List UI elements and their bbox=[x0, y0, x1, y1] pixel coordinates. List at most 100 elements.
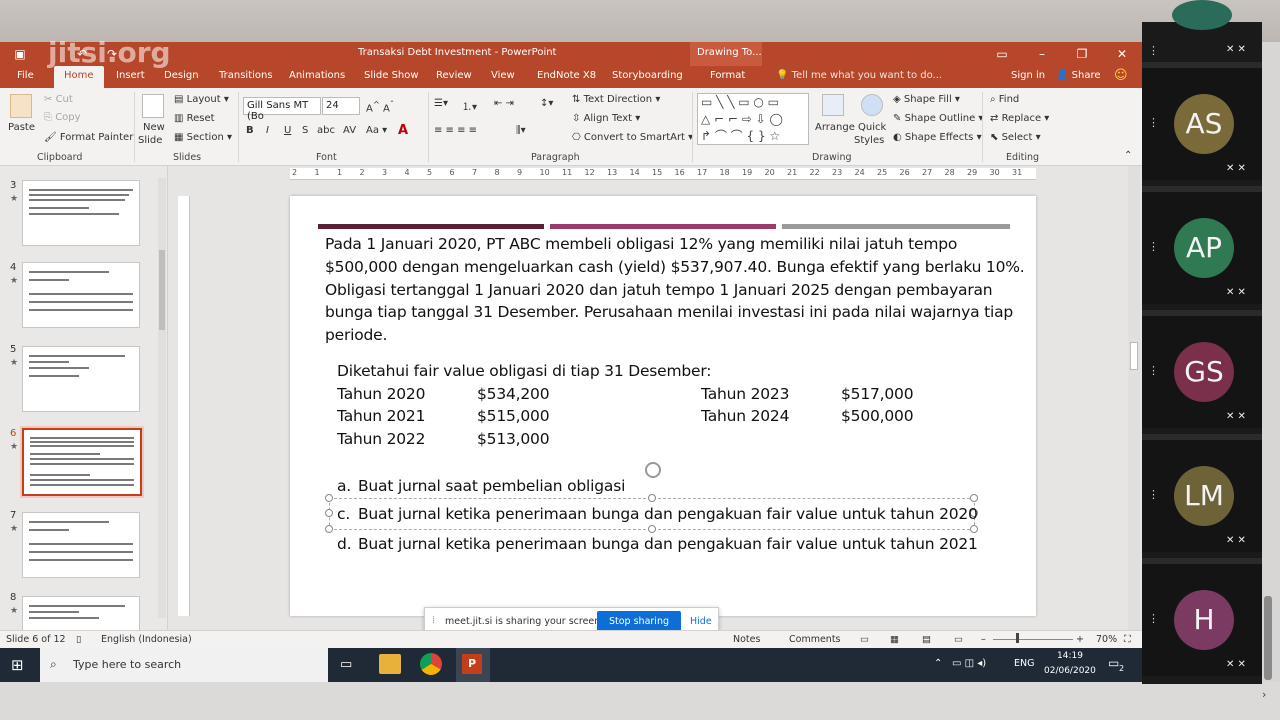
tab-view[interactable]: View bbox=[491, 70, 515, 81]
sign-in-link[interactable]: Sign in bbox=[1011, 70, 1045, 81]
resize-handle[interactable] bbox=[648, 494, 656, 502]
smartart-button[interactable]: ⎔ Convert to SmartArt ▾ bbox=[572, 132, 693, 143]
more-options-icon[interactable]: ⋮ bbox=[1148, 488, 1159, 501]
zoom-slider[interactable] bbox=[993, 639, 1073, 640]
clock-time[interactable]: 14:19 bbox=[1057, 651, 1083, 661]
fair-value-year[interactable]: Tahun 2021 bbox=[337, 407, 425, 425]
tab-design[interactable]: Design bbox=[164, 70, 199, 81]
collapse-ribbon-icon[interactable]: ⌃ bbox=[1124, 150, 1132, 161]
participant-tile[interactable]: H ⋮ ✕ ✕ bbox=[1142, 558, 1262, 676]
slideshow-view-icon[interactable]: ▭ bbox=[954, 634, 963, 645]
fair-value-amount[interactable]: $500,000 bbox=[841, 407, 914, 425]
filmstrip-scrollbar[interactable] bbox=[1264, 596, 1272, 680]
arrange-button[interactable]: Arrange bbox=[815, 122, 855, 133]
taskbar-search[interactable]: ⌕ Type here to search bbox=[40, 648, 328, 682]
participant-tile[interactable]: AP ⋮ ✕ ✕ bbox=[1142, 186, 1262, 304]
replace-button[interactable]: ⇄ Replace ▾ bbox=[990, 113, 1049, 124]
file-explorer-icon[interactable] bbox=[379, 654, 401, 674]
thumbnails-scrollbar[interactable] bbox=[158, 178, 166, 618]
font-color-button[interactable]: A bbox=[398, 123, 408, 138]
close-icon[interactable]: ✕ bbox=[1110, 45, 1134, 63]
italic-button[interactable]: I bbox=[266, 125, 269, 136]
align-icons[interactable]: ≡ ≡ ≡ ≡ bbox=[434, 125, 477, 136]
slide-thumbnail[interactable] bbox=[22, 512, 140, 578]
layout-button[interactable]: ▤ Layout ▾ bbox=[174, 94, 229, 105]
chevron-right-icon[interactable]: › bbox=[1262, 688, 1266, 701]
bullets-icon[interactable]: ☰▾ bbox=[434, 98, 448, 109]
fair-value-year[interactable]: Tahun 2023 bbox=[701, 385, 789, 403]
reset-button[interactable]: ▥ Reset bbox=[174, 113, 215, 124]
resize-handle[interactable] bbox=[970, 494, 978, 502]
font-grow-icon[interactable]: A^ Aˇ bbox=[366, 99, 394, 114]
more-options-icon[interactable]: ⋮ bbox=[1148, 44, 1159, 57]
tab-file[interactable]: File bbox=[17, 70, 34, 81]
minimize-icon[interactable]: – bbox=[1030, 45, 1054, 63]
tab-animations[interactable]: Animations bbox=[289, 70, 345, 81]
font-size-select[interactable]: 24 bbox=[322, 97, 360, 115]
format-painter-button[interactable]: 🖌 Format Painter bbox=[44, 132, 133, 143]
comments-button[interactable]: Comments bbox=[789, 634, 841, 645]
find-button[interactable]: ⌕ Find bbox=[990, 94, 1019, 105]
paste-icon[interactable] bbox=[10, 94, 32, 118]
reading-view-icon[interactable]: ▤ bbox=[922, 634, 931, 645]
notification-icon[interactable]: ▭ bbox=[1108, 656, 1119, 670]
task-letter[interactable]: c. bbox=[337, 505, 350, 523]
task-text[interactable]: Buat jurnal ketika penerimaan bunga dan … bbox=[358, 535, 978, 553]
shadow-button[interactable]: S bbox=[302, 125, 308, 136]
resize-handle[interactable] bbox=[648, 525, 656, 533]
paragraph-line[interactable]: periode. bbox=[325, 326, 387, 344]
tab-home[interactable]: Home bbox=[54, 66, 104, 88]
line-spacing-icon[interactable]: ↕▾ bbox=[540, 98, 553, 109]
zoom-in-icon[interactable]: + bbox=[1076, 634, 1084, 645]
drag-handle-icon[interactable]: ⁞ bbox=[432, 615, 435, 626]
paste-button[interactable]: Paste bbox=[8, 122, 35, 133]
paragraph-line[interactable]: Obligasi tertanggal 1 Januari 2020 dan j… bbox=[325, 281, 993, 299]
save-icon[interactable]: ▣ bbox=[8, 45, 32, 63]
participant-tile[interactable]: LM ⋮ ✕ ✕ bbox=[1142, 434, 1262, 552]
language-indicator[interactable]: English (Indonesia) bbox=[101, 634, 192, 645]
fair-value-amount[interactable]: $517,000 bbox=[841, 385, 914, 403]
new-slide-button[interactable]: New bbox=[143, 122, 165, 133]
resize-handle[interactable] bbox=[325, 494, 333, 502]
shape-effects-button[interactable]: ◐ Shape Effects ▾ bbox=[893, 132, 982, 143]
smiley-icon[interactable]: ☺ bbox=[1114, 68, 1128, 83]
fair-value-amount[interactable]: $534,200 bbox=[477, 385, 550, 403]
participant-tile[interactable]: AS ⋮ ✕ ✕ bbox=[1142, 62, 1262, 180]
strikethrough-button[interactable]: abc bbox=[317, 125, 335, 136]
quick-styles-button[interactable]: Quick bbox=[858, 122, 886, 133]
task-text[interactable]: Buat jurnal saat pembelian obligasi bbox=[358, 477, 625, 495]
task-letter[interactable]: a. bbox=[337, 477, 351, 495]
ribbon-display-icon[interactable]: ▭ bbox=[990, 45, 1014, 63]
fair-value-amount[interactable]: $515,000 bbox=[477, 407, 550, 425]
tab-insert[interactable]: Insert bbox=[116, 70, 145, 81]
spellcheck-icon[interactable]: ▯ bbox=[76, 634, 81, 645]
sorter-view-icon[interactable]: ▦ bbox=[890, 634, 899, 645]
underline-button[interactable]: U bbox=[284, 125, 291, 136]
select-button[interactable]: ⬉ Select ▾ bbox=[990, 132, 1041, 143]
resize-handle[interactable] bbox=[325, 509, 333, 517]
share-button[interactable]: 👤 Share bbox=[1056, 70, 1101, 81]
indent-icons[interactable]: ⇤ ⇥ bbox=[494, 98, 514, 109]
shapes-gallery[interactable]: ▭ ╲ ╲ ▭ ○ ▭ △ ⌐ ⌐ ⇨ ⇩ ◯ ↱ ⌒ ⌒ { } ☆ bbox=[697, 93, 809, 145]
zoom-out-icon[interactable]: – bbox=[981, 634, 986, 645]
align-text-button[interactable]: ⇳ Align Text ▾ bbox=[572, 113, 640, 124]
language-tray[interactable]: ENG bbox=[1014, 658, 1034, 669]
copy-button[interactable]: ⎘ Copy bbox=[44, 112, 81, 123]
tell-me-search[interactable]: 💡 Tell me what you want to do... bbox=[776, 70, 942, 81]
participant-tile[interactable]: GS ⋮ ✕ ✕ bbox=[1142, 310, 1262, 428]
task-text[interactable]: Buat jurnal ketika penerimaan bunga dan … bbox=[358, 505, 978, 523]
tab-transitions[interactable]: Transitions bbox=[219, 70, 273, 81]
spacing-button[interactable]: AV bbox=[343, 125, 356, 136]
cut-button[interactable]: ✂ Cut bbox=[44, 94, 73, 105]
new-slide-button-line2[interactable]: Slide bbox=[138, 135, 162, 146]
tab-endnote[interactable]: EndNote X8 bbox=[537, 70, 596, 81]
resize-handle[interactable] bbox=[325, 525, 333, 533]
fair-value-year[interactable]: Tahun 2020 bbox=[337, 385, 425, 403]
numbering-icon[interactable]: ⒈▾ bbox=[462, 98, 477, 113]
thumbnails-scroll-thumb[interactable] bbox=[159, 250, 165, 330]
slide-thumbnail[interactable] bbox=[22, 346, 140, 412]
hide-button[interactable]: Hide bbox=[690, 616, 712, 627]
new-slide-icon[interactable] bbox=[142, 94, 164, 118]
paragraph-line[interactable]: $500,000 dengan mengeluarkan cash (yield… bbox=[325, 258, 1025, 276]
more-options-icon[interactable]: ⋮ bbox=[1148, 364, 1159, 377]
